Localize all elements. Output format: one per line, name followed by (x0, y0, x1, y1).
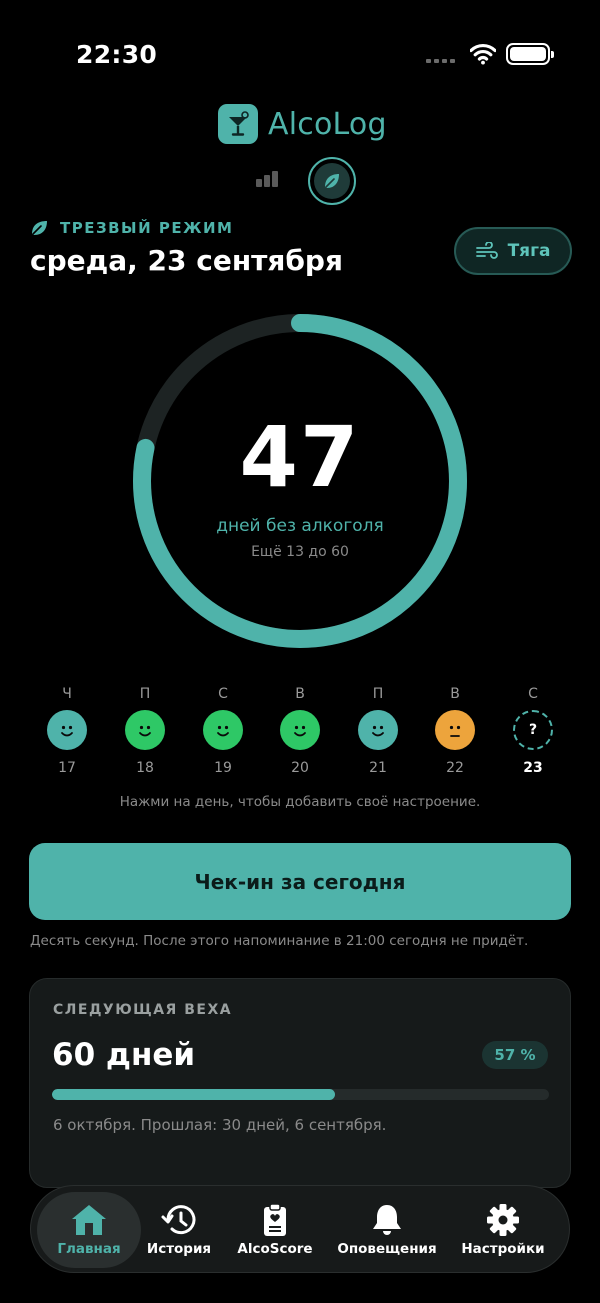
smiley-face-icon[interactable] (203, 710, 243, 750)
day-date: 19 (214, 760, 232, 776)
day-date: 17 (58, 760, 76, 776)
bell-icon (373, 1205, 401, 1235)
smiley-face-icon[interactable] (280, 710, 320, 750)
milestone-note: 6 октября. Прошлая: 30 дней, 6 сентября. (53, 1116, 387, 1134)
day-date: 18 (136, 760, 154, 776)
battery-icon (506, 43, 554, 65)
mood-hint: Нажми на день, чтобы добавить своё настр… (119, 794, 481, 810)
day-date: 21 (369, 760, 387, 776)
clipboard-heart-icon (264, 1203, 286, 1236)
current-date: среда, 23 сентября (30, 244, 343, 277)
tab-label: Оповещения (337, 1241, 437, 1257)
neutral-face-icon[interactable] (435, 710, 475, 750)
milestone-title: 60 дней (52, 1037, 196, 1073)
tab-history[interactable]: История (139, 1192, 219, 1268)
home-icon (72, 1205, 106, 1235)
sober-days-count: 47 (239, 408, 361, 506)
bar-chart-icon[interactable] (256, 171, 278, 187)
next-milestone-card[interactable]: СЛЕДУЮЩАЯ ВЕХА 60 дней 57 % 6 октября. П… (29, 978, 571, 1188)
smiley-face-icon[interactable] (125, 710, 165, 750)
tab-label: Главная (57, 1241, 121, 1257)
days-to-goal: Ещё 13 до 60 (251, 544, 349, 560)
milestone-label: СЛЕДУЮЩАЯ ВЕХА (53, 1002, 233, 1018)
smiley-face-icon[interactable] (358, 710, 398, 750)
gear-icon (487, 1204, 519, 1236)
milestone-progress-fill (52, 1089, 336, 1100)
history-icon (161, 1205, 196, 1235)
sober-days-caption: дней без алкоголя (216, 516, 384, 536)
day-mood-2[interactable]: С 19 (193, 686, 253, 776)
app-name: AlcoLog (268, 106, 387, 142)
checkin-hint: Десять секунд. После этого напоминание в… (30, 933, 529, 949)
day-date: 20 (291, 760, 309, 776)
cellular-signal-icon (426, 59, 455, 63)
wifi-icon (470, 43, 496, 65)
cocktail-glass-icon (218, 104, 258, 144)
mode-label-text: ТРЕЗВЫЙ РЕЖИМ (60, 219, 234, 237)
leaf-icon (32, 221, 47, 235)
home-screen: 22:30 AlcoLog ТРЕЗВЫЙ РЕЖИМ среда, 23 се… (0, 0, 600, 1303)
day-letter: П (372, 686, 384, 702)
day-mood-5[interactable]: В 22 (425, 686, 485, 776)
checkin-button-label: Чек-ин за сегодня (194, 869, 406, 894)
tab-notifications[interactable]: Оповещения (335, 1192, 439, 1268)
wind-icon (475, 242, 498, 259)
question-mark-icon[interactable]: ? (513, 710, 553, 750)
sober-mode-toggle[interactable] (308, 157, 356, 205)
leaf-icon (325, 174, 339, 188)
smiley-face-icon[interactable] (47, 710, 87, 750)
tab-alcoscore[interactable]: AlcoScore (229, 1192, 321, 1268)
day-letter: В (295, 686, 305, 702)
checkin-button[interactable]: Чек-ин за сегодня (29, 843, 571, 920)
status-time: 22:30 (76, 40, 158, 69)
day-letter: П (139, 686, 151, 702)
day-mood-0[interactable]: Ч 17 (37, 686, 97, 776)
day-date: 23 (523, 760, 543, 776)
day-mood-3[interactable]: В 20 (270, 686, 330, 776)
milestone-progress-track (52, 1089, 549, 1100)
day-letter: Ч (62, 686, 72, 702)
mode-label: ТРЕЗВЫЙ РЕЖИМ (30, 219, 233, 237)
day-letter: С (528, 686, 538, 702)
tab-label: История (146, 1241, 212, 1257)
day-letter: С (218, 686, 228, 702)
tab-settings[interactable]: Настройки (453, 1192, 553, 1268)
craving-button-label: Тяга (507, 241, 551, 261)
day-mood-4[interactable]: П 21 (348, 686, 408, 776)
day-mood-6[interactable]: С? 23 (503, 686, 563, 776)
craving-button[interactable]: Тяга (454, 227, 572, 275)
tab-home[interactable]: Главная (37, 1192, 141, 1268)
milestone-percent-badge: 57 % (482, 1041, 548, 1069)
bottom-tab-bar: Главная История AlcoScore Оповещения Нас… (30, 1185, 570, 1273)
tab-label: Настройки (461, 1241, 545, 1257)
app-logo: AlcoLog (218, 104, 387, 144)
day-letter: В (450, 686, 460, 702)
day-date: 22 (446, 760, 464, 776)
tab-label: AlcoScore (237, 1241, 313, 1257)
day-mood-1[interactable]: П 18 (115, 686, 175, 776)
